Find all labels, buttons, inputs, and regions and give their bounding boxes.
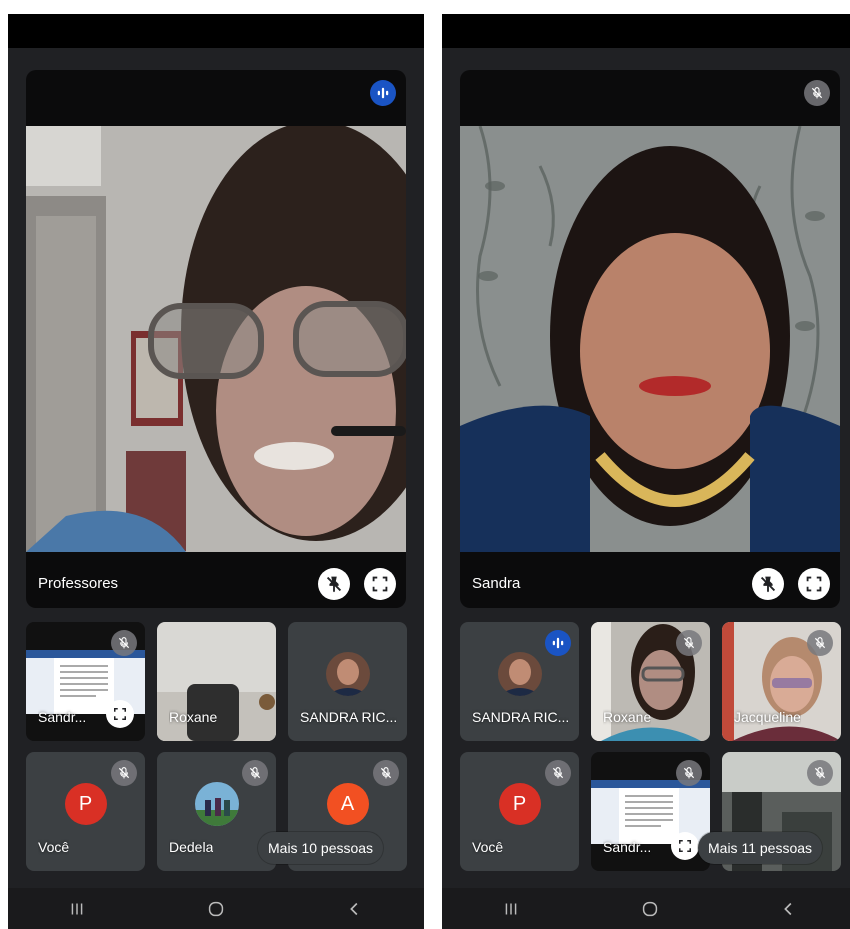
participant-tile-jacqueline[interactable]: Jacqueline [722, 622, 841, 741]
home-icon[interactable] [620, 892, 680, 926]
more-participants-button[interactable]: Mais 11 pessoas [698, 832, 823, 864]
mic-off-icon [242, 760, 268, 786]
fullscreen-icon[interactable] [106, 700, 134, 728]
participant-tile-sandra-ric[interactable]: SANDRA RIC... [460, 622, 579, 741]
android-nav-bar [8, 888, 424, 929]
speaking-icon [545, 630, 571, 656]
mic-off-icon [676, 630, 702, 656]
back-icon[interactable] [325, 892, 385, 926]
speaking-icon [370, 80, 396, 106]
main-participant-tile[interactable]: Sandra [460, 70, 840, 608]
mic-off-icon [111, 760, 137, 786]
participant-tile-sandra-ric[interactable]: SANDRA RIC... [288, 622, 407, 741]
main-participant-name: Sandra [472, 575, 521, 592]
participant-name: Sandr... [38, 709, 87, 725]
recents-icon[interactable] [47, 892, 107, 926]
status-bar [8, 14, 424, 48]
participant-name: SANDRA RIC... [300, 709, 398, 725]
avatar: P [64, 783, 107, 826]
mic-off-icon [676, 760, 702, 786]
avatar: P [498, 783, 541, 826]
android-nav-bar [442, 888, 850, 929]
participant-name: Sandr... [603, 839, 652, 855]
main-video-feed [26, 126, 406, 552]
mic-off-icon [111, 630, 137, 656]
participant-tile-sandr-screen[interactable]: Sandr... [26, 622, 145, 741]
fullscreen-icon[interactable] [671, 832, 699, 860]
mic-off-icon [804, 80, 830, 106]
avatar: A [326, 783, 369, 826]
fullscreen-icon[interactable] [798, 568, 830, 600]
right-phone-screen: Sandra SANDRA RIC... Roxane Jacqueline P… [442, 14, 850, 929]
participant-name: Dedela [169, 839, 214, 855]
participant-name: Você [472, 839, 504, 855]
mic-off-icon [373, 760, 399, 786]
unpin-icon[interactable] [752, 568, 784, 600]
left-phone-screen: Professores Sandr... Roxane SANDRA RIC..… [8, 14, 424, 929]
unpin-icon[interactable] [318, 568, 350, 600]
mic-off-icon [545, 760, 571, 786]
mic-off-icon [807, 630, 833, 656]
participant-name: Você [38, 839, 70, 855]
main-participant-tile[interactable]: Professores [26, 70, 406, 608]
more-participants-button[interactable]: Mais 10 pessoas [258, 832, 384, 864]
participant-name: Jacqueline [734, 709, 801, 725]
participant-tile-voce[interactable]: P Você [460, 752, 579, 871]
status-bar [442, 14, 850, 48]
avatar [325, 652, 370, 697]
participant-name: Roxane [169, 709, 218, 725]
participant-tile-roxane[interactable]: Roxane [157, 622, 276, 741]
fullscreen-icon[interactable] [364, 568, 396, 600]
avatar [194, 782, 239, 827]
recents-icon[interactable] [481, 892, 541, 926]
participant-tile-voce[interactable]: P Você [26, 752, 145, 871]
back-icon[interactable] [759, 892, 819, 926]
participant-name: SANDRA RIC... [472, 709, 570, 725]
main-video-feed [460, 126, 840, 552]
participant-name: Roxane [603, 709, 652, 725]
participant-tile-sandr-screen[interactable]: Sandr... [591, 752, 710, 871]
avatar [497, 652, 542, 697]
home-icon[interactable] [186, 892, 246, 926]
main-participant-name: Professores [38, 575, 119, 592]
participant-tile-roxane[interactable]: Roxane [591, 622, 710, 741]
mic-off-icon [807, 760, 833, 786]
